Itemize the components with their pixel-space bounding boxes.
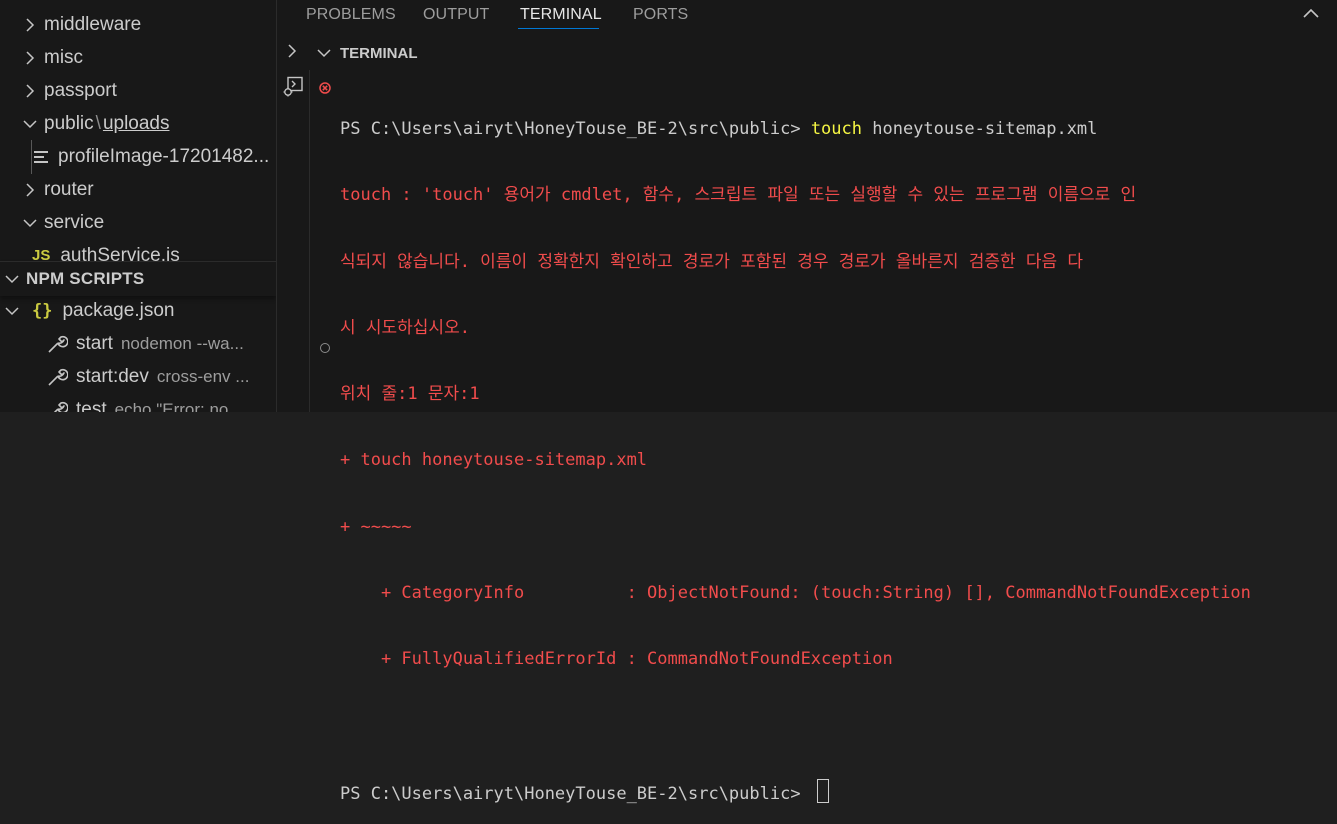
tree-item-passport[interactable]: passport — [0, 74, 276, 107]
wrench-icon — [46, 333, 68, 355]
tree-item-label: profileImage-17201482... — [58, 145, 270, 167]
tree-item-label: public \ uploads — [44, 112, 170, 134]
chevron-down-icon — [2, 269, 22, 289]
command-status-icon[interactable] — [320, 343, 330, 353]
terminal-cursor — [816, 778, 829, 803]
prompt-line: PS C:\Users\airyt\HoneyTouse_BE-2\src\pu… — [340, 778, 1337, 805]
json-file-icon: {} — [32, 300, 53, 321]
script-command: cross-env ... — [156, 366, 250, 386]
tree-item-middleware[interactable]: middleware — [0, 8, 276, 41]
npm-package-json[interactable]: {} package.json — [0, 294, 276, 327]
npm-script-start[interactable]: start nodemon --wa... — [0, 327, 276, 360]
error-line: 시 시도하십시오. — [340, 317, 470, 338]
bottom-panel: PROBLEMS OUTPUT TERMINAL PORTS TERMINAL … — [277, 0, 1337, 804]
wrench-icon — [46, 366, 68, 388]
tree-item-label: router — [44, 178, 94, 200]
wrench-icon — [46, 399, 68, 412]
terminal-section-header[interactable]: TERMINAL — [277, 40, 1337, 70]
tab-problems[interactable]: PROBLEMS — [306, 6, 396, 24]
chevron-right-icon — [20, 81, 40, 101]
error-line: 위치 줄:1 문자:1 — [340, 384, 480, 405]
tree-item-label: middleware — [44, 13, 142, 35]
tab-ports[interactable]: PORTS — [633, 6, 688, 24]
script-command: echo "Error: no... — [114, 399, 243, 413]
tree-item-label: misc — [44, 46, 84, 68]
npm-script-test[interactable]: test echo "Error: no... — [0, 393, 276, 412]
error-line: 식되지 않습니다. 이름이 정확한지 확인하고 경로가 포함된 경우 경로가 올… — [340, 251, 1084, 272]
error-line: + ~~~~~ — [340, 516, 412, 537]
terminal-gutter-divider — [309, 70, 310, 412]
command-args: honeytouse-sitemap.xml — [862, 119, 1098, 139]
script-command: nodemon --wa... — [120, 333, 244, 353]
package-label: package.json — [62, 299, 175, 321]
error-line: touch : 'touch' 용어가 cmdlet, 함수, 스크립트 파일 … — [340, 185, 1137, 206]
terminal-session-icon[interactable] — [283, 76, 305, 98]
script-name: start:dev — [76, 365, 149, 387]
maximize-panel-icon[interactable] — [1301, 4, 1321, 24]
panel-tabs: PROBLEMS OUTPUT TERMINAL PORTS — [277, 0, 1337, 34]
explorer-sidebar: middleware misc passport public \ uploads … — [0, 0, 276, 412]
tree-item-profile-image[interactable]: profileImage-17201482... — [0, 140, 276, 173]
tree-item-router[interactable]: router — [0, 173, 276, 206]
command-text: touch — [810, 119, 862, 139]
tab-output[interactable]: OUTPUT — [423, 6, 489, 24]
error-line: + CategoryInfo : ObjectNotFound: (touch:… — [340, 583, 1251, 604]
chevron-right-icon — [20, 15, 40, 35]
chevron-down-icon — [2, 301, 22, 321]
chevron-right-icon[interactable] — [287, 43, 297, 64]
prompt-text: PS C:\Users\airyt\HoneyTouse_BE-2\src\pu… — [340, 119, 811, 139]
chevron-down-icon — [20, 213, 40, 233]
prompt-line: PS C:\Users\airyt\HoneyTouse_BE-2\src\pu… — [340, 116, 1337, 142]
tab-terminal[interactable]: TERMINAL — [520, 6, 602, 24]
chevron-down-icon — [317, 45, 331, 63]
active-tab-indicator — [518, 28, 599, 29]
tree-item-label: passport — [44, 79, 117, 101]
npm-scripts-title: NPM SCRIPTS — [26, 269, 145, 288]
tree-item-label: service — [44, 211, 105, 233]
terminal-section-title: TERMINAL — [340, 45, 418, 62]
npm-script-start-dev[interactable]: start:dev cross-env ... — [0, 360, 276, 393]
script-name: test — [76, 398, 107, 413]
terminal-output[interactable]: PS C:\Users\airyt\HoneyTouse_BE-2\src\pu… — [340, 76, 1337, 824]
tree-item-service[interactable]: service — [0, 206, 276, 239]
chevron-down-icon — [20, 114, 40, 134]
tree-item-misc[interactable]: misc — [0, 41, 276, 74]
error-line: + FullyQualifiedErrorId : CommandNotFoun… — [340, 649, 893, 670]
prompt-text: PS C:\Users\airyt\HoneyTouse_BE-2\src\pu… — [340, 783, 811, 804]
tree-item-public-uploads[interactable]: public \ uploads — [0, 107, 276, 140]
file-icon — [34, 150, 48, 163]
error-status-icon[interactable] — [319, 82, 331, 94]
chevron-right-icon — [20, 48, 40, 68]
script-name: start — [76, 332, 113, 354]
chevron-right-icon — [20, 180, 40, 200]
npm-scripts-header[interactable]: NPM SCRIPTS — [0, 261, 276, 296]
error-line: + touch honeytouse-sitemap.xml — [340, 450, 648, 471]
